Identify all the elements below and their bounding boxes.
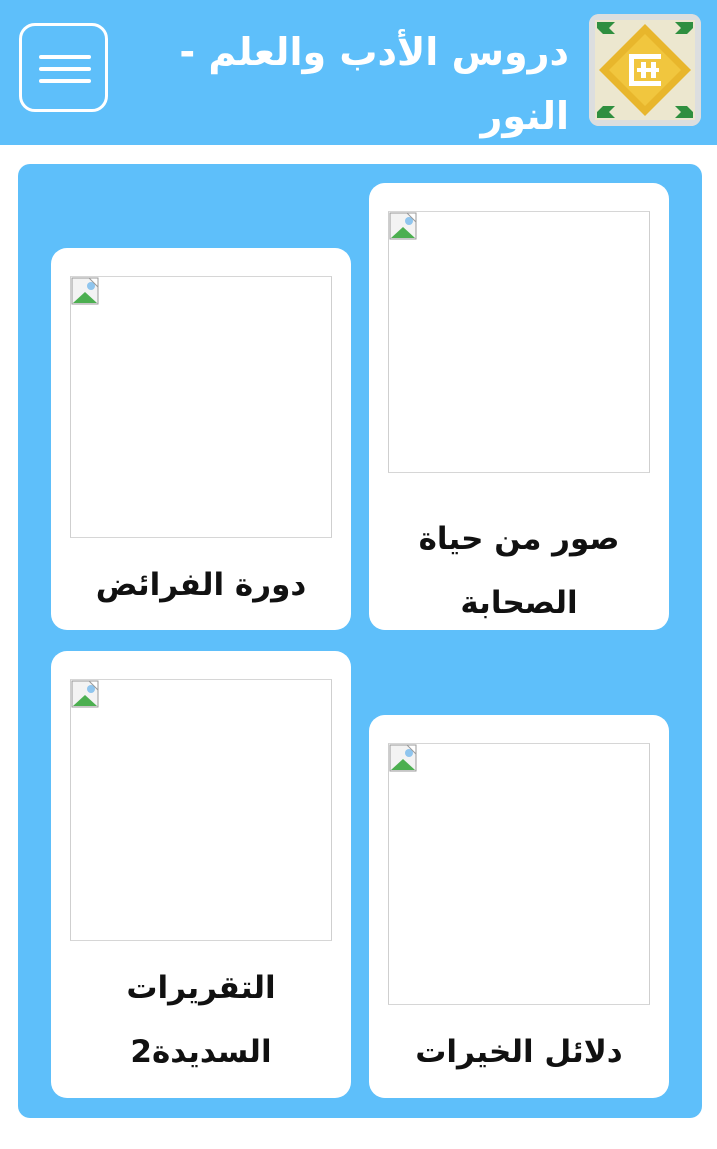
course-image [70,679,332,941]
app-title: دروس الأدب والعلم - النور [179,30,569,138]
course-card-sahaba[interactable]: صور من حياة الصحابة [369,183,669,630]
course-title: صور من حياة الصحابة [418,521,620,621]
broken-image-icon [71,680,99,708]
app-header: دروس الأدب والعلم - النور [0,0,717,145]
course-image [388,211,650,473]
course-image [388,743,650,1005]
course-image [70,276,332,538]
course-title: دلائل الخيرات [415,1034,623,1070]
course-card-dalail[interactable]: دلائل الخيرات [369,715,669,1098]
app-logo[interactable] [589,14,701,126]
broken-image-icon [71,277,99,305]
square-kufic-logo-icon [589,14,701,126]
menu-bar-3 [39,79,91,83]
course-title: دورة الفرائض [95,567,307,603]
course-card-taqrirat[interactable]: التقريرات السديدة2 [51,651,351,1098]
broken-image-icon [389,744,417,772]
menu-bar-1 [39,55,91,59]
menu-bar-2 [39,67,91,71]
course-title: التقريرات السديدة2 [126,970,276,1070]
menu-button[interactable] [19,23,108,112]
courses-panel: صور من حياة الصحابة دورة الفرائض دلائل ا… [18,164,702,1118]
course-card-faraid[interactable]: دورة الفرائض [51,248,351,630]
broken-image-icon [389,212,417,240]
